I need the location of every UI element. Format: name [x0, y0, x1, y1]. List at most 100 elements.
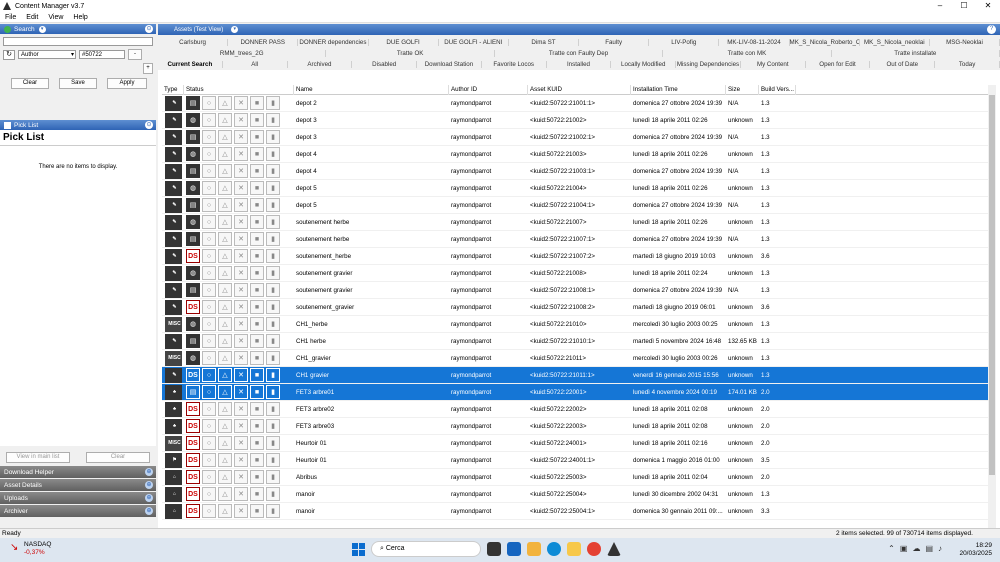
add-criteria-button[interactable]: + [143, 63, 153, 74]
scrollbar-thumb[interactable] [989, 95, 995, 475]
start-icon[interactable] [352, 542, 365, 556]
table-row[interactable]: ⌂ DS ○ △ ✕ ■ ▮ Abribus raymondparrot <kuid:50722:… [162, 469, 996, 486]
filter-tab[interactable]: Download Station [417, 61, 482, 68]
close-button[interactable]: ✕ [976, 0, 1000, 12]
table-row[interactable]: ✎ ▤ ○ △ ✕ ■ ▮ depot 3 raymondparrot <kuid2:50722:… [162, 129, 996, 146]
clear-button[interactable]: Clear [11, 78, 49, 89]
table-row[interactable]: ⚑ DS ○ △ ✕ ■ ▮ Heurtoir 01 raymondparrot <kuid2:5… [162, 452, 996, 469]
table-row[interactable]: ✎ ▤ ○ △ ✕ ■ ▮ soutenement herbe raymondparrot <ku… [162, 231, 996, 248]
uploads-panel[interactable]: Uploads ⊕ [0, 492, 156, 504]
refresh-icon[interactable]: ↻ [3, 49, 15, 60]
table-row[interactable]: ⌂ DS ○ △ ✕ ■ ▮ manoir raymondparrot <kuid:50722:2… [162, 486, 996, 503]
table-row[interactable]: MISC ◍ ○ △ ✕ ■ ▮ CH1_herbe raymondparrot <kuid:50… [162, 316, 996, 333]
filter-tab[interactable]: Current Search [158, 61, 223, 68]
col-kuid[interactable]: Asset KUID [528, 84, 631, 95]
edge-icon[interactable] [547, 542, 561, 556]
filter-tab[interactable]: Tratte con Faulty Dep [495, 50, 664, 57]
table-row[interactable]: ♣ DS ○ △ ✕ ■ ▮ FET3 arbre02 raymondparrot <kuid:5… [162, 401, 996, 418]
filter-tab[interactable]: MSG-Neoklai [930, 39, 1000, 46]
picklist-clear-button[interactable]: Clear [86, 451, 150, 463]
chevron-up-icon[interactable]: ⌃ [888, 544, 895, 553]
col-time[interactable]: Installation Time [631, 84, 726, 95]
pin-icon[interactable]: ⊙ [145, 25, 153, 33]
table-row[interactable]: ⌂ DS ○ △ ✕ ■ ▮ manoir raymondparrot <kuid2:50722:… [162, 503, 996, 520]
filter-tab[interactable]: Missing Dependencies [676, 61, 741, 68]
taskbar-search[interactable]: ⌕ Cerca [371, 541, 481, 557]
filter-tab[interactable]: DUE GOLFI - ALIENI [439, 39, 509, 46]
app-tray-icon[interactable]: ▣ [900, 544, 908, 553]
expand-icon[interactable]: ⊕ [145, 494, 153, 502]
assets-tab-title[interactable]: Assets (Test View) [174, 27, 223, 33]
filter-tab[interactable]: Installed [547, 61, 612, 68]
file-explorer-icon[interactable] [527, 542, 541, 556]
folder-icon[interactable] [567, 542, 581, 556]
filter-tab[interactable]: DUE GOLFI [369, 39, 439, 46]
menu-edit[interactable]: Edit [21, 14, 43, 21]
table-row[interactable]: ✎ ◍ ○ △ ✕ ■ ▮ depot 4 raymondparrot <kuid:50722:2… [162, 146, 996, 163]
apply-button[interactable]: Apply [107, 78, 147, 89]
table-row[interactable]: ♣ ▤ ○ △ ✕ ■ ▮ FET3 arbre01 raymondparrot <kuid:50… [162, 384, 996, 401]
table-row[interactable]: MISC ◍ ○ △ ✕ ■ ▮ CH1_gravier raymondparrot <kuid:… [162, 350, 996, 367]
col-build[interactable]: Build Vers... [759, 84, 796, 95]
filter-tab[interactable]: Tratte con MK [663, 50, 832, 57]
maximize-button[interactable]: ☐ [952, 0, 976, 12]
chrome-icon[interactable] [587, 542, 601, 556]
search-text-field[interactable] [3, 37, 153, 46]
table-row[interactable]: ✎ ◍ ○ △ ✕ ■ ▮ soutenement herbe raymondparrot <ku… [162, 214, 996, 231]
table-row[interactable]: ✎ DS ○ △ ✕ ■ ▮ soutenement_herbe raymondparrot <k… [162, 248, 996, 265]
col-author[interactable]: Author ID [449, 84, 528, 95]
filter-tab[interactable]: Faulty [579, 39, 650, 46]
menu-file[interactable]: File [0, 14, 21, 21]
filter-tab[interactable]: DONNER PASS [228, 39, 299, 46]
filter-tab[interactable]: Archived [288, 61, 353, 68]
table-row[interactable]: ✎ DS ○ △ ✕ ■ ▮ soutenement_gravier raymondparrot… [162, 299, 996, 316]
filter-tab[interactable]: Tratte installate [832, 50, 1000, 57]
network-icon[interactable]: ▤ [925, 544, 933, 553]
table-row[interactable]: ✎ ◍ ○ △ ✕ ■ ▮ soutenement gravier raymondparrot <… [162, 265, 996, 282]
table-row[interactable]: MISC DS ○ △ ✕ ■ ▮ Heurtoir 01 raymondparrot <kuid… [162, 435, 996, 452]
search-field-select[interactable]: Author ▾ [18, 50, 76, 59]
filter-tab[interactable]: DONNER dependencies [298, 39, 369, 46]
filter-tab[interactable]: My Content [741, 61, 806, 68]
volume-icon[interactable]: ♪ [938, 544, 942, 553]
table-row[interactable]: ✎ ▤ ○ △ ✕ ■ ▮ depot 2 raymondparrot <kuid2:50722:… [162, 95, 996, 112]
expand-icon[interactable]: ⊕ [145, 481, 153, 489]
table-row[interactable]: ✎ ▤ ○ △ ✕ ■ ▮ depot 5 raymondparrot <kuid2:50722:… [162, 197, 996, 214]
table-row[interactable]: ✎ ▤ ○ △ ✕ ■ ▮ CH1 herbe raymondparrot <kuid2:5072… [162, 333, 996, 350]
cloud-icon[interactable]: ☁ [912, 544, 920, 553]
asset-details-panel[interactable]: Asset Details ⊕ [0, 479, 156, 491]
chevron-down-icon[interactable]: ▾ [231, 26, 239, 33]
filter-tab[interactable]: Favorite Locos [482, 61, 547, 68]
filter-tab[interactable]: All [223, 61, 288, 68]
filter-tab[interactable]: Today [935, 61, 1000, 68]
filter-tab[interactable]: MK_S_Nicola_Roberto_Conti [790, 39, 860, 46]
content-manager-icon[interactable] [607, 542, 621, 556]
menu-view[interactable]: View [43, 14, 68, 21]
help-icon[interactable]: ? [987, 25, 996, 34]
filter-tab[interactable]: Carlsburg [158, 39, 229, 46]
filter-tab[interactable]: Dima ST [509, 39, 580, 46]
expand-icon[interactable]: ⊕ [145, 507, 153, 515]
table-row[interactable]: ✎ ▤ ○ △ ✕ ■ ▮ soutenement gravier raymondparrot <… [162, 282, 996, 299]
col-type[interactable]: Type [162, 84, 184, 95]
clock[interactable]: 18:29 20/03/2025 [959, 542, 992, 558]
vertical-scrollbar[interactable] [988, 85, 996, 530]
filter-tab[interactable]: MK_S_Nicola_neoklai [860, 39, 930, 46]
table-row[interactable]: ✎ DS ○ △ ✕ ■ ▮ CH1 gravier raymondparrot <kuid2:5… [162, 367, 996, 384]
col-name[interactable]: Name [294, 84, 449, 95]
col-size[interactable]: Size [726, 84, 759, 95]
filter-tab[interactable]: Tratte OK [326, 50, 495, 57]
archiver-panel[interactable]: Archiver ⊕ [0, 505, 156, 517]
col-status[interactable]: Status [184, 84, 294, 95]
view-in-main-list-button[interactable]: View in main list [6, 451, 70, 463]
download-helper-panel[interactable]: Download Helper ⊕ [0, 466, 156, 478]
table-row[interactable]: ✎ ◍ ○ △ ✕ ■ ▮ depot 3 raymondparrot <kuid:50722:2… [162, 112, 996, 129]
minimize-button[interactable]: – [928, 0, 952, 12]
filter-tab[interactable]: RMM_trees_2G [158, 50, 327, 57]
expand-icon[interactable]: ⊕ [145, 468, 153, 476]
chevron-down-icon[interactable]: ▾ [38, 25, 46, 33]
remove-criteria-button[interactable]: - [128, 49, 142, 60]
table-row[interactable]: ✎ ▤ ○ △ ✕ ■ ▮ depot 4 raymondparrot <kuid2:50722:… [162, 163, 996, 180]
store-icon[interactable] [507, 542, 521, 556]
menu-help[interactable]: Help [68, 14, 92, 21]
